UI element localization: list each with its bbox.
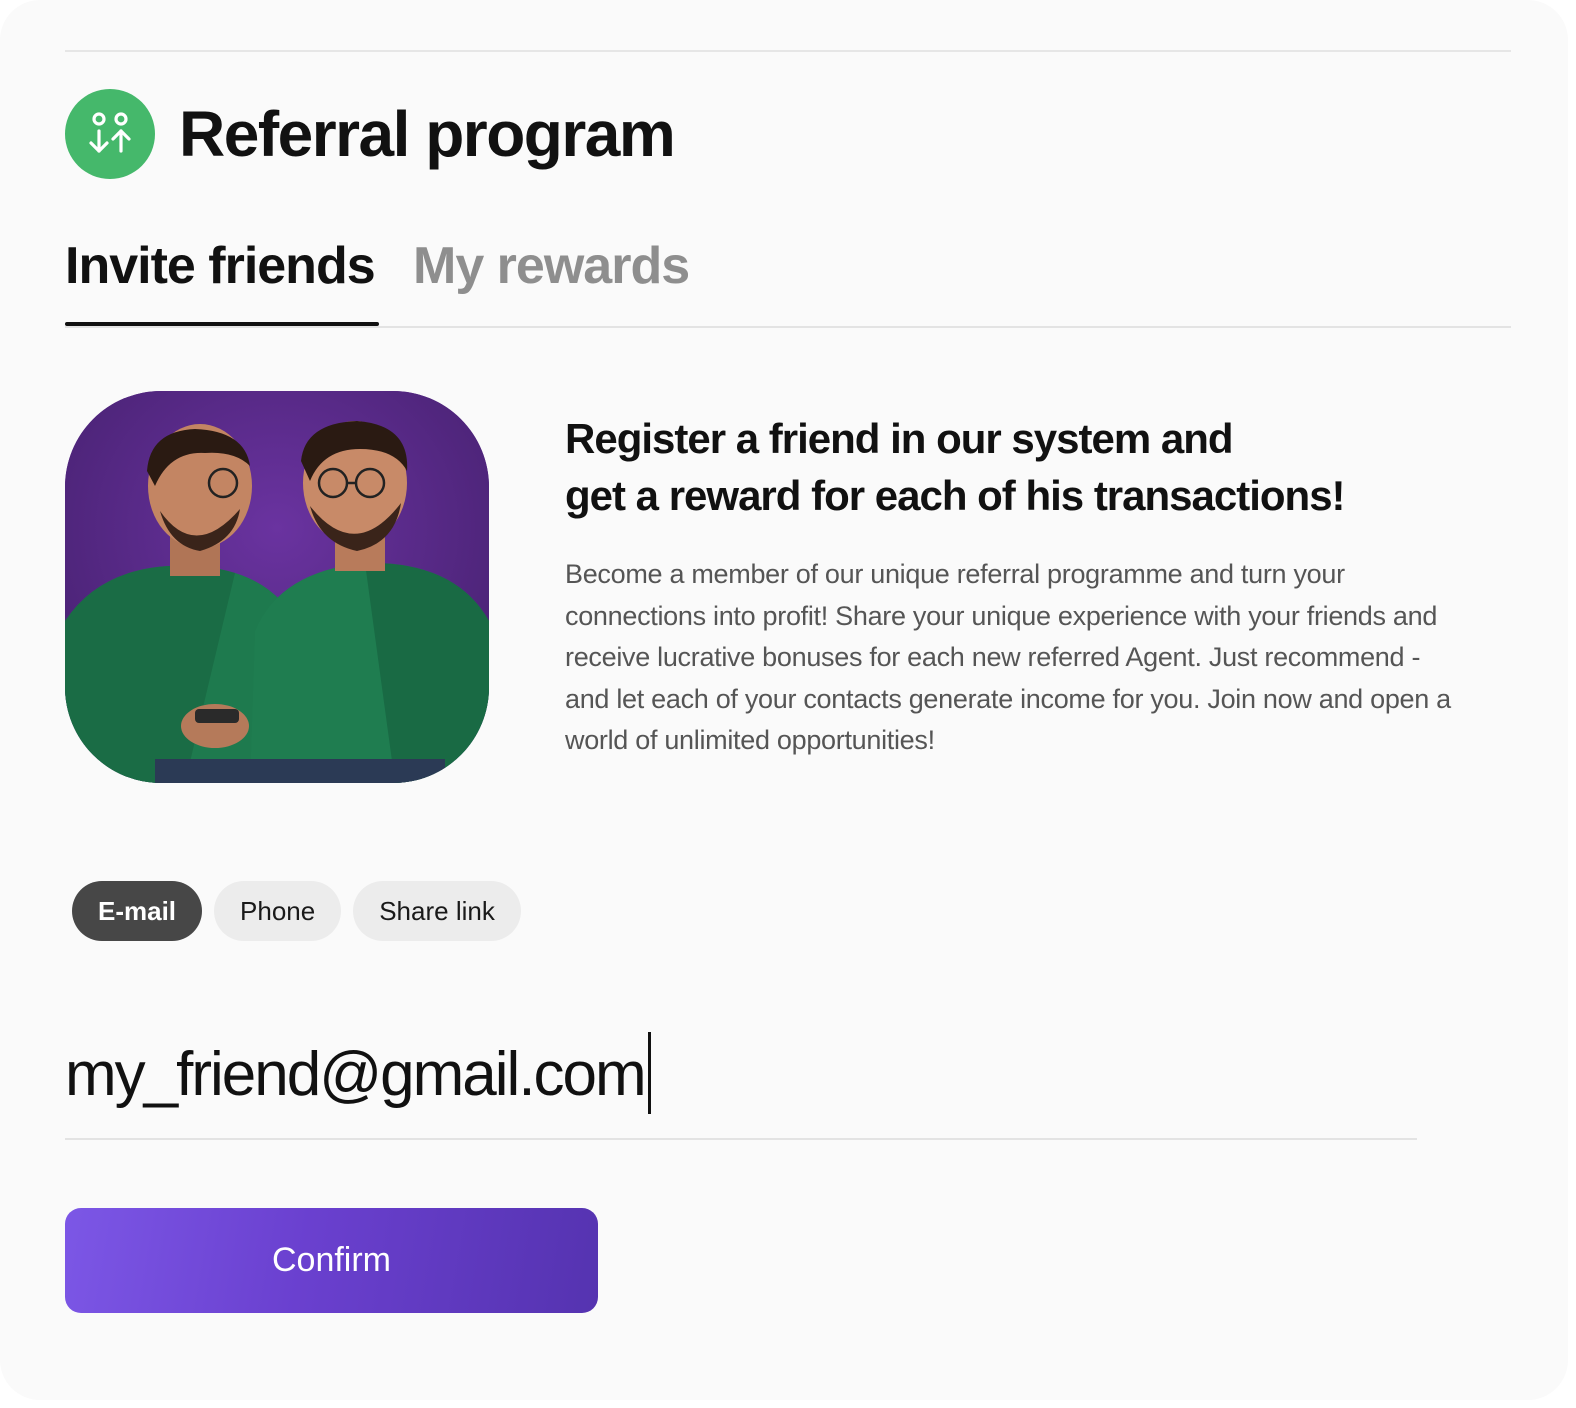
tab-bar: Invite friends My rewards bbox=[65, 236, 1511, 328]
page-header: Referral program bbox=[65, 89, 676, 179]
referral-card: Referral program Invite friends My rewar… bbox=[0, 0, 1568, 1400]
promo-description: Become a member of our unique referral p… bbox=[565, 559, 1451, 755]
method-share-link-chip[interactable]: Share link bbox=[353, 881, 521, 941]
two-friends-photo bbox=[65, 391, 489, 783]
invite-method-selector: E-mail Phone Share link bbox=[72, 881, 521, 941]
promo-heading-line-1: Register a friend in our system and bbox=[565, 415, 1234, 462]
top-divider bbox=[65, 50, 1511, 52]
text-caret bbox=[647, 1032, 651, 1114]
email-field[interactable]: my_friend@gmail.com bbox=[65, 1030, 1417, 1140]
promo-heading: Register a friend in our system and get … bbox=[565, 410, 1465, 524]
referral-people-icon bbox=[65, 89, 155, 179]
tab-my-rewards[interactable]: My rewards bbox=[413, 236, 690, 328]
confirm-button[interactable]: Confirm bbox=[65, 1208, 598, 1313]
email-input-value[interactable]: my_friend@gmail.com bbox=[65, 1030, 647, 1120]
page-title: Referral program bbox=[179, 98, 676, 170]
tab-invite-friends[interactable]: Invite friends bbox=[65, 236, 376, 328]
active-tab-indicator bbox=[65, 322, 379, 326]
method-phone-chip[interactable]: Phone bbox=[214, 881, 342, 941]
promo-heading-line-2: get a reward for each of his transaction… bbox=[565, 472, 1346, 519]
method-email-chip[interactable]: E-mail bbox=[72, 881, 203, 941]
